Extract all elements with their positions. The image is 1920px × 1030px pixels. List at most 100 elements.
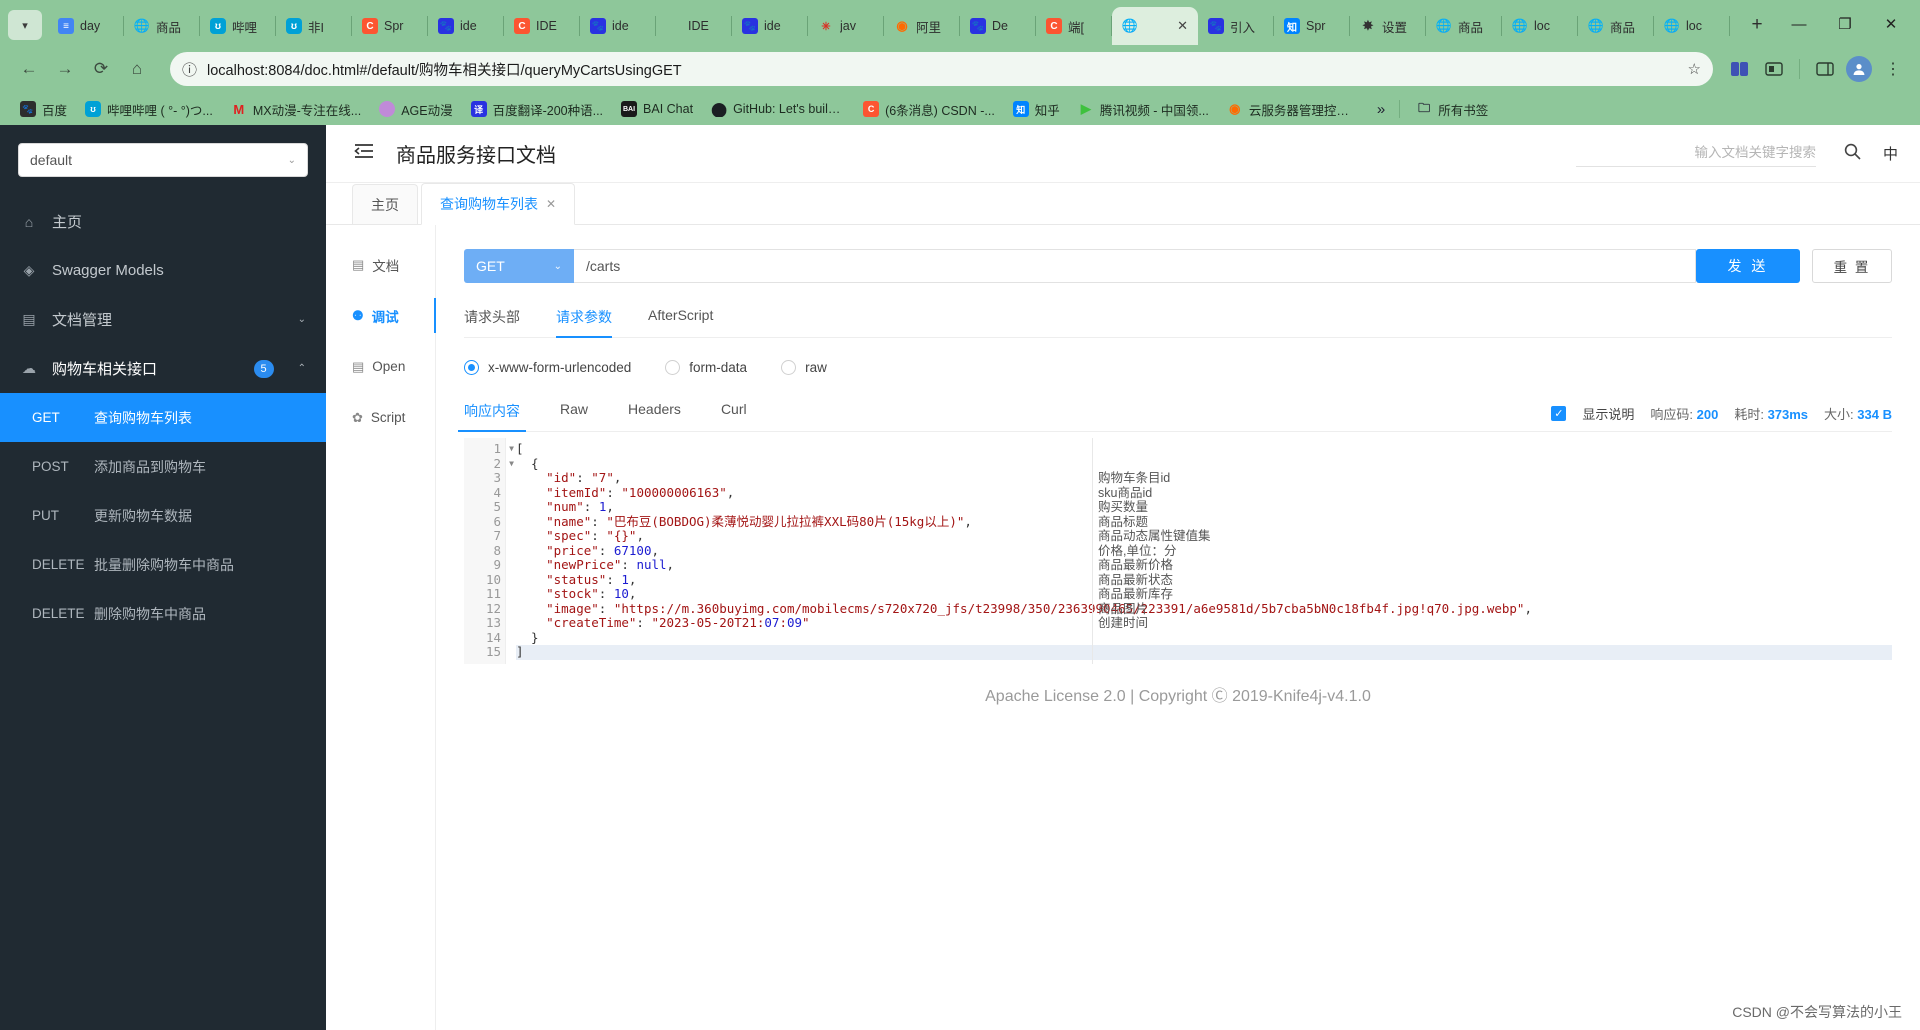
response-code-viewer[interactable]: 1 ▼ 2 ▼ 3 4 5 6 7 8 9 10 11 12 13 14 15 [ { "id": "7", "… [464, 438, 1892, 664]
bookmark-item[interactable]: C (6条消息) CSDN -... [855, 97, 1003, 122]
bookmark-item[interactable]: AGE动漫 [371, 97, 460, 122]
browser-tab[interactable]: 🌐 商品 [124, 7, 200, 45]
bookmark-item[interactable]: 译百度翻译-200种语... [463, 97, 611, 122]
search-input[interactable]: 输入文档关键字搜索 [1575, 141, 1816, 167]
sidebar-api-item[interactable]: PUT 更新购物车数据 [0, 491, 326, 540]
close-window-button[interactable]: ✕ [1868, 8, 1914, 40]
http-method-label: GET [32, 410, 60, 425]
sidebar-item-1[interactable]: ◈ Swagger Models [0, 246, 326, 295]
sidebar-api-item[interactable]: DELETE 删除购物车中商品 [0, 589, 326, 638]
body-type-radio[interactable]: raw [781, 360, 827, 375]
browser-tab[interactable]: ✸ 设置 [1350, 7, 1426, 45]
sidebar-api-item[interactable]: GET 查询购物车列表 [0, 393, 326, 442]
browser-tab[interactable]: 🐾 引入 [1198, 7, 1274, 45]
body-type-radio[interactable]: form-data [665, 360, 747, 375]
browser-tab[interactable]: C 端[ [1036, 7, 1112, 45]
sidepanel-icon[interactable] [1810, 54, 1840, 84]
home-icon[interactable]: ⌂ [120, 52, 154, 86]
response-tab[interactable]: Curl [721, 401, 747, 431]
request-url-input[interactable]: /carts [574, 249, 1696, 283]
browser-tab[interactable]: 🌐 ✕ [1112, 7, 1198, 45]
browser-tab[interactable]: 🐾 ide [580, 7, 656, 45]
page-tab[interactable]: 主页 [352, 184, 418, 224]
radio-icon [464, 360, 479, 375]
browser-tab[interactable]: C Spr [352, 7, 428, 45]
browser-tab[interactable]: IDE [656, 7, 732, 45]
bookmarks-overflow-button[interactable]: » [1371, 98, 1391, 121]
request-tab[interactable]: 请求头部 [464, 307, 520, 337]
sidebar-api-item[interactable]: DELETE 批量删除购物车中商品 [0, 540, 326, 589]
sidebar-item-3[interactable]: ☁ 购物车相关接口 5 ⌃ [0, 344, 326, 393]
sidebar-item-0[interactable]: ⌂ 主页 [0, 197, 326, 246]
bookmark-star-icon[interactable]: ☆ [1688, 60, 1701, 78]
browser-tab[interactable]: C IDE [504, 7, 580, 45]
status-code-label: 响应码: 200 [1650, 407, 1719, 422]
tab-search-dropdown-button[interactable]: ▾ [8, 10, 42, 40]
page-tab[interactable]: 查询购物车列表 ✕ [421, 183, 576, 225]
browser-tab-label: 阿里 [916, 20, 942, 35]
rail-item[interactable]: ▤ 文档 [326, 239, 435, 290]
browser-tab[interactable]: 🌐 loc [1502, 7, 1578, 45]
bookmark-item[interactable]: M MX动漫-专注在线... [223, 97, 369, 122]
browser-tab[interactable]: 知 Spr [1274, 7, 1350, 45]
show-description-checkbox[interactable]: ✓ [1551, 406, 1567, 421]
chevron-icon[interactable]: ⌃ [298, 363, 306, 374]
browser-tab[interactable]: ◉ 阿里 [884, 7, 960, 45]
request-tab[interactable]: 请求参数 [556, 307, 612, 338]
bookmark-item[interactable]: 🐾 百度 [12, 97, 75, 122]
sidebar-item-2[interactable]: ▤ 文档管理 ⌄ [0, 295, 326, 344]
extension-icon-1[interactable] [1725, 54, 1755, 84]
search-icon[interactable] [1844, 143, 1861, 165]
bookmark-item[interactable]: BAI BAI Chat [613, 98, 701, 120]
bookmark-item[interactable]: ▶ 腾讯视频 - 中国领... [1070, 97, 1217, 122]
back-icon[interactable]: ← [12, 52, 46, 86]
bookmark-item[interactable]: ʊ 哔哩哔哩 ( °- °)つ... [77, 97, 221, 122]
browser-tab[interactable]: ≡ day [48, 7, 124, 45]
extension-icon-2[interactable] [1759, 54, 1789, 84]
maximize-button[interactable]: ❐ [1822, 8, 1868, 40]
browser-menu-icon[interactable]: ⋮ [1878, 54, 1908, 84]
bookmark-item[interactable]: ⬤ GitHub: Let's build... [703, 98, 853, 120]
browser-tab[interactable]: 🌐 商品 [1578, 7, 1654, 45]
code-line-number: 8 [493, 542, 501, 558]
site-info-icon[interactable]: ⓘ [182, 59, 197, 80]
chevron-down-icon: ⌄ [287, 154, 296, 166]
language-toggle[interactable]: 中 [1883, 143, 1898, 164]
browser-tab[interactable]: ʊ 哔哩 [200, 7, 276, 45]
close-tab-icon[interactable]: ✕ [1177, 18, 1188, 34]
sidebar-api-item[interactable]: POST 添加商品到购物车 [0, 442, 326, 491]
reset-button[interactable]: 重 置 [1812, 249, 1892, 283]
service-selector[interactable]: default ⌄ [18, 143, 308, 177]
browser-tab[interactable]: ʊ 非I [276, 7, 352, 45]
profile-avatar[interactable] [1844, 54, 1874, 84]
forward-icon[interactable]: → [48, 52, 82, 86]
response-tab[interactable]: Raw [560, 401, 588, 431]
collapse-menu-icon[interactable] [354, 143, 374, 165]
browser-tab[interactable]: 🌐 loc [1654, 7, 1730, 45]
chevron-icon[interactable]: ⌄ [298, 314, 306, 325]
close-icon[interactable]: ✕ [546, 197, 556, 211]
rail-item[interactable]: ⚉ 调试 [326, 290, 436, 341]
rail-item[interactable]: ▤ Open [326, 341, 435, 392]
browser-tab[interactable]: 🐾 De [960, 7, 1036, 45]
minimize-button[interactable]: — [1776, 8, 1822, 40]
send-button[interactable]: 发 送 [1696, 249, 1800, 283]
response-tab[interactable]: 响应内容 [458, 401, 526, 432]
browser-tab-label: 哔哩 [232, 20, 258, 35]
address-bar[interactable]: ⓘ localhost:8084/doc.html#/default/购物车相关… [170, 52, 1713, 86]
response-tab[interactable]: Headers [628, 401, 681, 431]
reload-icon[interactable]: ⟳ [84, 52, 118, 86]
browser-tab[interactable]: 🌐 商品 [1426, 7, 1502, 45]
rail-item-label: Open [372, 359, 406, 374]
http-method-select[interactable]: GET ⌄ [464, 249, 574, 283]
rail-item[interactable]: ✿ Script [326, 392, 435, 443]
body-type-radio[interactable]: x-www-form-urlencoded [464, 360, 631, 375]
bookmark-item[interactable]: ◉ 云服务器管理控制台 [1219, 97, 1369, 122]
all-bookmarks-button[interactable]: 🗀 所有书签 [1408, 97, 1496, 122]
browser-tab[interactable]: 🐾 ide [428, 7, 504, 45]
bookmark-item[interactable]: 知知乎 [1005, 97, 1068, 122]
new-tab-button[interactable]: + [1742, 10, 1772, 40]
browser-tab[interactable]: ✳ jav [808, 7, 884, 45]
request-tab[interactable]: AfterScript [648, 307, 713, 337]
browser-tab[interactable]: 🐾 ide [732, 7, 808, 45]
